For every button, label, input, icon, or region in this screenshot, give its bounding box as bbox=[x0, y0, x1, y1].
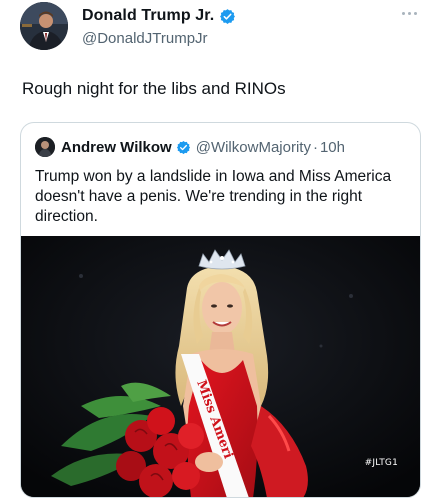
author-avatar[interactable] bbox=[20, 2, 68, 50]
quoted-tweet-card[interactable]: Andrew Wilkow @WilkowMajority · 10h Trum… bbox=[20, 122, 421, 498]
quoted-tweet-header: Andrew Wilkow @WilkowMajority · 10h bbox=[35, 137, 345, 157]
quoted-author-display-name: Andrew Wilkow bbox=[61, 138, 172, 156]
quoted-verified-badge-icon bbox=[176, 140, 190, 154]
quoted-tweet-text: Trump won by a landslide in Iowa and Mis… bbox=[35, 168, 392, 225]
verified-badge-icon bbox=[220, 8, 236, 24]
display-name-row: Donald Trump Jr. bbox=[82, 6, 236, 26]
quoted-author-avatar bbox=[35, 137, 55, 157]
quoted-tweet-photo[interactable]: Miss Ameri #JLTG1 bbox=[21, 236, 420, 497]
tweet: Donald Trump Jr. @DonaldJTrumpJr Rough n… bbox=[0, 0, 440, 500]
quoted-avatar-icon bbox=[35, 137, 55, 157]
quoted-tweet-time: 10h bbox=[319, 138, 345, 156]
quoted-author-handle: @WilkowMajority bbox=[195, 138, 311, 156]
tweet-text: Rough night for the libs and RINOs bbox=[22, 79, 286, 98]
author-info: Donald Trump Jr. @DonaldJTrumpJr bbox=[82, 6, 236, 47]
photo-watermark: #JLTG1 bbox=[364, 458, 398, 468]
profile-photo-avatar-icon bbox=[20, 2, 68, 50]
more-dots-icon[interactable] bbox=[402, 10, 422, 16]
time-separator: · bbox=[312, 138, 318, 156]
author-handle[interactable]: @DonaldJTrumpJr bbox=[82, 30, 236, 47]
photo-media-icon: Miss Ameri bbox=[21, 236, 420, 497]
author-display-name[interactable]: Donald Trump Jr. bbox=[82, 7, 214, 25]
